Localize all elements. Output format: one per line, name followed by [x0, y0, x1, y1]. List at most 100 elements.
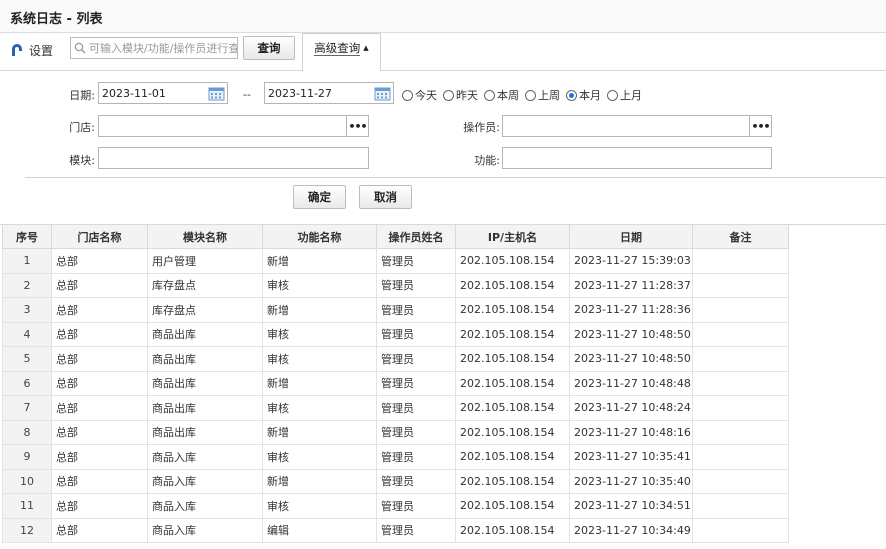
range-radio-3[interactable]: 上周: [525, 87, 560, 103]
table-cell: 202.105.108.154: [455, 395, 570, 421]
calendar-icon[interactable]: [372, 84, 392, 102]
column-header[interactable]: 备注: [692, 224, 789, 249]
range-radio-2[interactable]: 本周: [484, 87, 519, 103]
table-row[interactable]: 6 总部 商品出库 新增 管理员 202.105.108.154 2023-11-27 10…: [2, 370, 789, 396]
date-from-field[interactable]: 2023-11-01: [98, 82, 228, 104]
table-cell: [692, 272, 789, 298]
column-header[interactable]: 模块名称: [147, 224, 263, 249]
date-to-field[interactable]: 2023-11-27: [264, 82, 394, 104]
table-row[interactable]: 3 总部 库存盘点 新增 管理员 202.105.108.154 2023-11-27 11…: [2, 297, 789, 323]
table-cell: 202.105.108.154: [455, 272, 570, 298]
table-row[interactable]: 10 总部 商品入库 新增 管理员 202.105.108.154 2023-11-27 1…: [2, 468, 789, 494]
table-cell: 管理员: [376, 493, 456, 519]
table-row[interactable]: 5 总部 商品出库 审核 管理员 202.105.108.154 2023-11-27 10…: [2, 346, 789, 372]
table-cell: 2023-11-27 10:34:51: [569, 493, 693, 519]
radio-circle[interactable]: [525, 89, 536, 101]
radio-circle[interactable]: [566, 89, 577, 101]
table-cell: 审核: [262, 272, 377, 298]
table-cell: 4: [2, 321, 52, 347]
table-cell: 202.105.108.154: [455, 370, 570, 396]
module-label: 模块:: [69, 154, 95, 167]
advanced-filter-panel: 日期: 2023-11-01 -- 2023-11-27 今天 昨天 本周 上周 本月 上…: [0, 71, 886, 225]
column-header[interactable]: 序号: [2, 224, 52, 249]
radio-label: 本月: [579, 89, 601, 102]
query-button[interactable]: 查询: [243, 36, 295, 60]
table-cell: 管理员: [376, 297, 456, 323]
table-row[interactable]: 4 总部 商品出库 审核 管理员 202.105.108.154 2023-11-27 10…: [2, 321, 789, 347]
range-radio-1[interactable]: 昨天: [443, 87, 478, 103]
table-cell: 202.105.108.154: [455, 493, 570, 519]
table-cell: 商品出库: [147, 370, 263, 396]
module-input[interactable]: [98, 147, 369, 169]
table-cell: 管理员: [376, 444, 456, 470]
table-cell: 202.105.108.154: [455, 297, 570, 323]
range-radio-0[interactable]: 今天: [402, 87, 437, 103]
range-radio-4[interactable]: 本月: [566, 87, 601, 103]
table-cell: 总部: [51, 468, 148, 494]
table-cell: 总部: [51, 419, 148, 445]
table-cell: 2023-11-27 10:35:40: [569, 468, 693, 494]
table-row[interactable]: 9 总部 商品入库 审核 管理员 202.105.108.154 2023-11-27 10…: [2, 444, 789, 470]
table-row[interactable]: 8 总部 商品出库 新增 管理员 202.105.108.154 2023-11-27 10…: [2, 419, 789, 445]
table-cell: 库存盘点: [147, 297, 263, 323]
table-cell: [692, 468, 789, 494]
radio-circle[interactable]: [402, 89, 413, 101]
date-label: 日期:: [69, 89, 95, 102]
table-cell: 2023-11-27 10:48:48: [569, 370, 693, 396]
table-row[interactable]: 7 总部 商品出库 审核 管理员 202.105.108.154 2023-11-27 10…: [2, 395, 789, 421]
table-cell: 6: [2, 370, 52, 396]
store-label: 门店:: [69, 121, 95, 134]
table-cell: 5: [2, 346, 52, 372]
cancel-button[interactable]: 取消: [359, 185, 412, 209]
column-header[interactable]: 功能名称: [262, 224, 377, 249]
table-cell: 1: [2, 248, 52, 274]
table-cell: 总部: [51, 272, 148, 298]
table-cell: [692, 444, 789, 470]
table-cell: 管理员: [376, 272, 456, 298]
settings-button[interactable]: 设置: [10, 41, 53, 59]
table-cell: 编辑: [262, 517, 377, 543]
table-row[interactable]: 11 总部 商品入库 审核 管理员 202.105.108.154 2023-11-27 1…: [2, 493, 789, 519]
column-header[interactable]: 操作员姓名: [376, 224, 456, 249]
table-cell: 2023-11-27 10:48:50: [569, 321, 693, 347]
log-table: 序号 门店名称 模块名称 功能名称 操作员姓名 IP/主机名 日期 备注 1 总部 用户管理 新增管…: [2, 224, 789, 543]
column-header[interactable]: 日期: [569, 224, 693, 249]
radio-label: 上周: [538, 89, 560, 102]
operator-picker-button[interactable]: •••: [749, 116, 771, 136]
radio-circle[interactable]: [484, 89, 495, 101]
confirm-button[interactable]: 确定: [293, 185, 346, 209]
store-field[interactable]: •••: [98, 115, 369, 137]
advanced-query-tab[interactable]: 高级查询 ▲: [302, 33, 381, 71]
table-cell: 审核: [262, 321, 377, 347]
radio-label: 上月: [620, 89, 642, 102]
table-row[interactable]: 1 总部 用户管理 新增 管理员 202.105.108.154 2023-11-27 15…: [2, 248, 789, 274]
calendar-icon[interactable]: [206, 84, 226, 102]
search-input[interactable]: [89, 41, 237, 55]
table-cell: 商品入库: [147, 468, 263, 494]
table-cell: 2: [2, 272, 52, 298]
table-cell: 202.105.108.154: [455, 419, 570, 445]
radio-circle[interactable]: [607, 89, 618, 101]
table-cell: 2023-11-27 10:48:50: [569, 346, 693, 372]
table-cell: 2023-11-27 10:48:24: [569, 395, 693, 421]
table-cell: 新增: [262, 419, 377, 445]
table-cell: 10: [2, 468, 52, 494]
column-header[interactable]: 门店名称: [51, 224, 148, 249]
table-cell: 总部: [51, 444, 148, 470]
radio-circle[interactable]: [443, 89, 454, 101]
column-header[interactable]: IP/主机名: [455, 224, 570, 249]
table-cell: [692, 395, 789, 421]
table-row[interactable]: 2 总部 库存盘点 审核 管理员 202.105.108.154 2023-11-27 11…: [2, 272, 789, 298]
table-cell: 总部: [51, 321, 148, 347]
table-cell: 库存盘点: [147, 272, 263, 298]
table-cell: [692, 419, 789, 445]
table-cell: 新增: [262, 297, 377, 323]
operator-field[interactable]: •••: [502, 115, 772, 137]
search-box: [70, 37, 238, 59]
store-picker-button[interactable]: •••: [346, 116, 368, 136]
table-cell: 202.105.108.154: [455, 346, 570, 372]
table-cell: 2023-11-27 10:48:16: [569, 419, 693, 445]
range-radio-5[interactable]: 上月: [607, 87, 642, 103]
function-input[interactable]: [502, 147, 772, 169]
table-row[interactable]: 12 总部 商品入库 编辑 管理员 202.105.108.154 2023-11-27 1…: [2, 517, 789, 543]
